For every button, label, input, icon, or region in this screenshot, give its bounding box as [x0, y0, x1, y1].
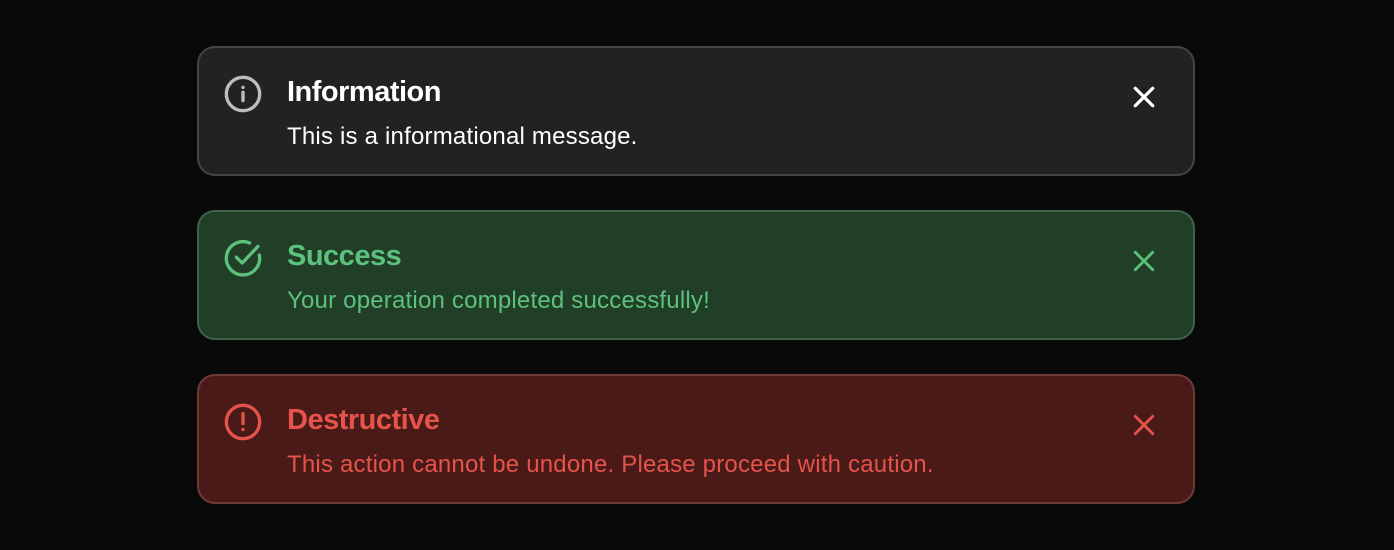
alert-title: Destructive	[287, 404, 440, 436]
alert-description: Your operation completed successfully!	[287, 287, 710, 314]
alert-stack: Information This is a informational mess…	[197, 46, 1195, 538]
alert-title: Success	[287, 240, 402, 272]
alert-description: This action cannot be undone. Please pro…	[287, 451, 934, 478]
check-circle-icon	[223, 238, 263, 278]
alert-circle-icon	[223, 402, 263, 442]
alert-destructive: Destructive This action cannot be undone…	[197, 374, 1195, 504]
close-icon[interactable]	[1129, 410, 1159, 440]
alert-success: Success Your operation completed success…	[197, 210, 1195, 340]
close-icon[interactable]	[1129, 82, 1159, 112]
alert-title: Information	[287, 76, 442, 108]
close-icon[interactable]	[1129, 246, 1159, 276]
info-circle-icon	[223, 74, 263, 114]
alert-information: Information This is a informational mess…	[197, 46, 1195, 176]
alert-description: This is a informational message.	[287, 123, 638, 150]
